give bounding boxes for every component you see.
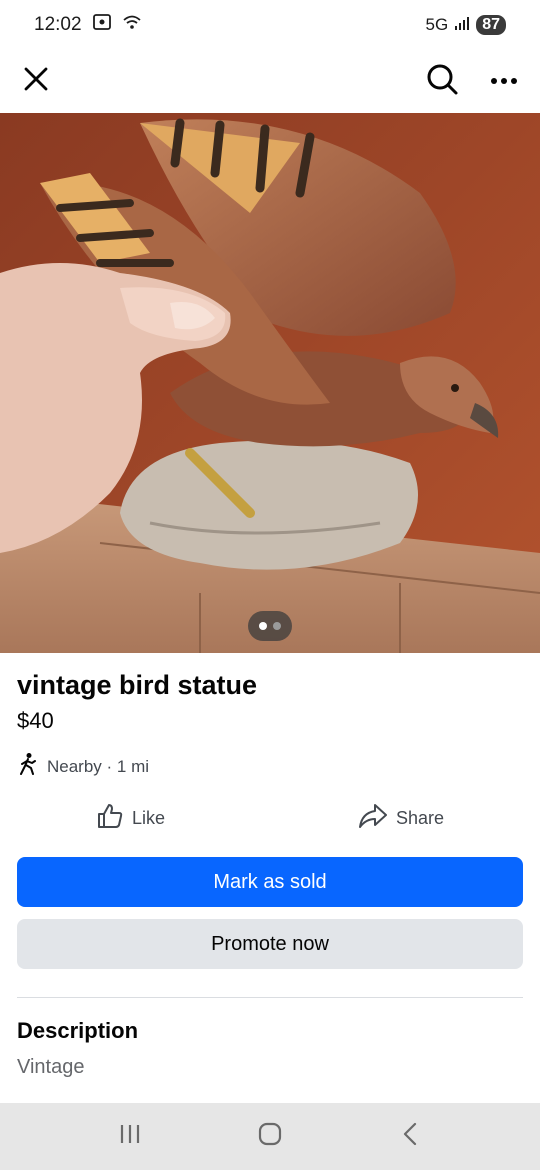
close-button[interactable]	[18, 63, 54, 99]
description-heading: Description	[17, 1018, 139, 1043]
thumbs-up-icon	[96, 802, 124, 835]
recent-apps-button[interactable]	[105, 1112, 155, 1162]
listing-photo[interactable]	[0, 113, 540, 653]
recent-apps-icon	[118, 1123, 142, 1150]
system-nav-bar	[0, 1103, 540, 1170]
home-icon	[257, 1121, 283, 1152]
divider	[17, 997, 523, 998]
walking-person-icon	[17, 752, 39, 781]
listing-actions: Like Share	[0, 798, 540, 838]
screenshot-icon	[92, 13, 112, 37]
back-button[interactable]	[385, 1112, 435, 1162]
listing-title: vintage bird statue	[17, 670, 258, 700]
like-button[interactable]: Like	[96, 798, 165, 838]
location-text: Nearby · 1 mi	[47, 756, 150, 776]
more-options-button[interactable]	[486, 63, 522, 99]
share-arrow-icon	[358, 802, 388, 835]
share-label: Share	[396, 807, 445, 828]
status-bar: 12:02 5G 87	[0, 0, 540, 50]
status-left: 12:02	[34, 13, 142, 37]
like-label: Like	[132, 807, 166, 828]
pager-dot-active	[259, 622, 267, 630]
share-button[interactable]: Share	[358, 798, 444, 838]
listing-location: Nearby · 1 mi	[17, 752, 149, 781]
status-time: 12:02	[34, 14, 82, 35]
description-text: Vintage	[17, 1056, 85, 1078]
promote-now-button[interactable]: Promote now	[17, 919, 523, 969]
wifi-icon	[122, 13, 142, 37]
top-right-actions	[424, 63, 522, 99]
network-label: 5G	[425, 15, 449, 34]
signal-icon	[454, 15, 470, 36]
home-button[interactable]	[245, 1112, 295, 1162]
listing-price: $40	[17, 708, 54, 733]
bird-statue-image	[0, 113, 540, 653]
back-chevron-icon	[400, 1121, 420, 1152]
status-right: 5G 87	[426, 15, 506, 36]
top-bar	[0, 50, 540, 112]
pager-dot	[273, 622, 281, 630]
search-button[interactable]	[424, 63, 460, 99]
close-icon	[23, 66, 49, 97]
mark-as-sold-button[interactable]: Mark as sold	[17, 857, 523, 907]
photo-pager[interactable]	[248, 611, 292, 641]
battery-badge: 87	[476, 15, 506, 35]
more-horizontal-icon	[490, 72, 518, 90]
search-icon	[425, 62, 459, 101]
